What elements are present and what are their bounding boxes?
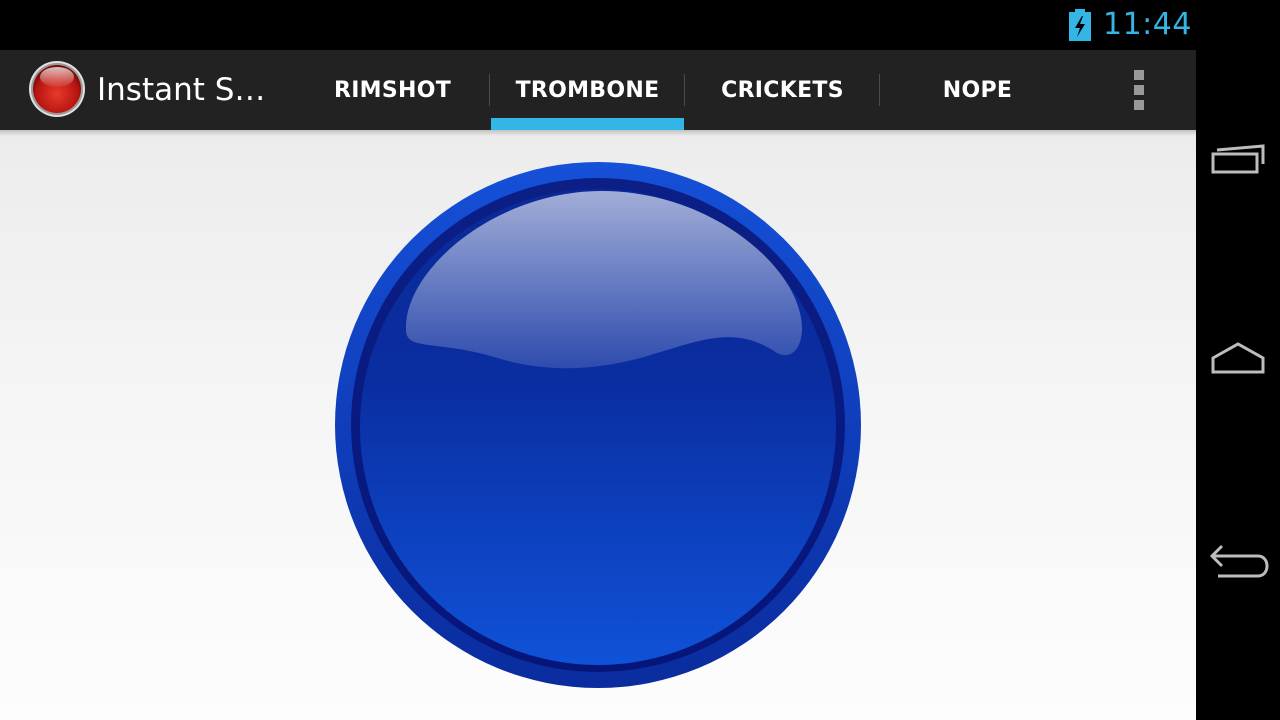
home-glyph [1211, 342, 1265, 374]
red-button-icon[interactable] [28, 60, 86, 118]
back-icon[interactable] [1196, 512, 1280, 612]
home-icon[interactable] [1196, 310, 1280, 410]
status-clock: 11:44 [1103, 7, 1192, 42]
tab-trombone[interactable]: TROMBONE [490, 50, 685, 130]
tab-nope[interactable]: NOPE [880, 50, 1075, 130]
recent-apps-icon[interactable] [1196, 110, 1280, 210]
selected-tab-indicator [491, 118, 684, 130]
tab-crickets[interactable]: CRICKETS [685, 50, 880, 130]
status-bar: 11:44 [0, 0, 1196, 50]
action-bar-shadow [0, 130, 1196, 136]
recent-apps-glyph [1211, 144, 1265, 174]
overflow-dot [1134, 100, 1144, 110]
sound-page [0, 130, 1196, 720]
tab-label: RIMSHOT [333, 77, 452, 103]
action-bar: Instant S… RIMSHOT TROMBONE CRICKETS NOP… [0, 50, 1196, 130]
tab-bar: RIMSHOT TROMBONE CRICKETS NOPE [295, 50, 1075, 130]
tab-label: NOPE [942, 77, 1013, 103]
navigation-bar [1196, 0, 1280, 720]
tab-rimshot[interactable]: RIMSHOT [295, 50, 490, 130]
app-title: Instant S… [97, 72, 266, 108]
overflow-dot [1134, 70, 1144, 80]
blue-glossy-button[interactable] [334, 161, 862, 689]
battery-charging-icon [1069, 9, 1091, 41]
tab-label: CRICKETS [721, 77, 844, 103]
app-screen: 11:44 Instant S… RIMSHOT TROMBONE CRICKE… [0, 0, 1196, 720]
overflow-menu-icon[interactable] [1120, 66, 1160, 114]
overflow-dot [1134, 85, 1144, 95]
back-glyph [1209, 544, 1269, 578]
tab-label: TROMBONE [515, 77, 660, 103]
